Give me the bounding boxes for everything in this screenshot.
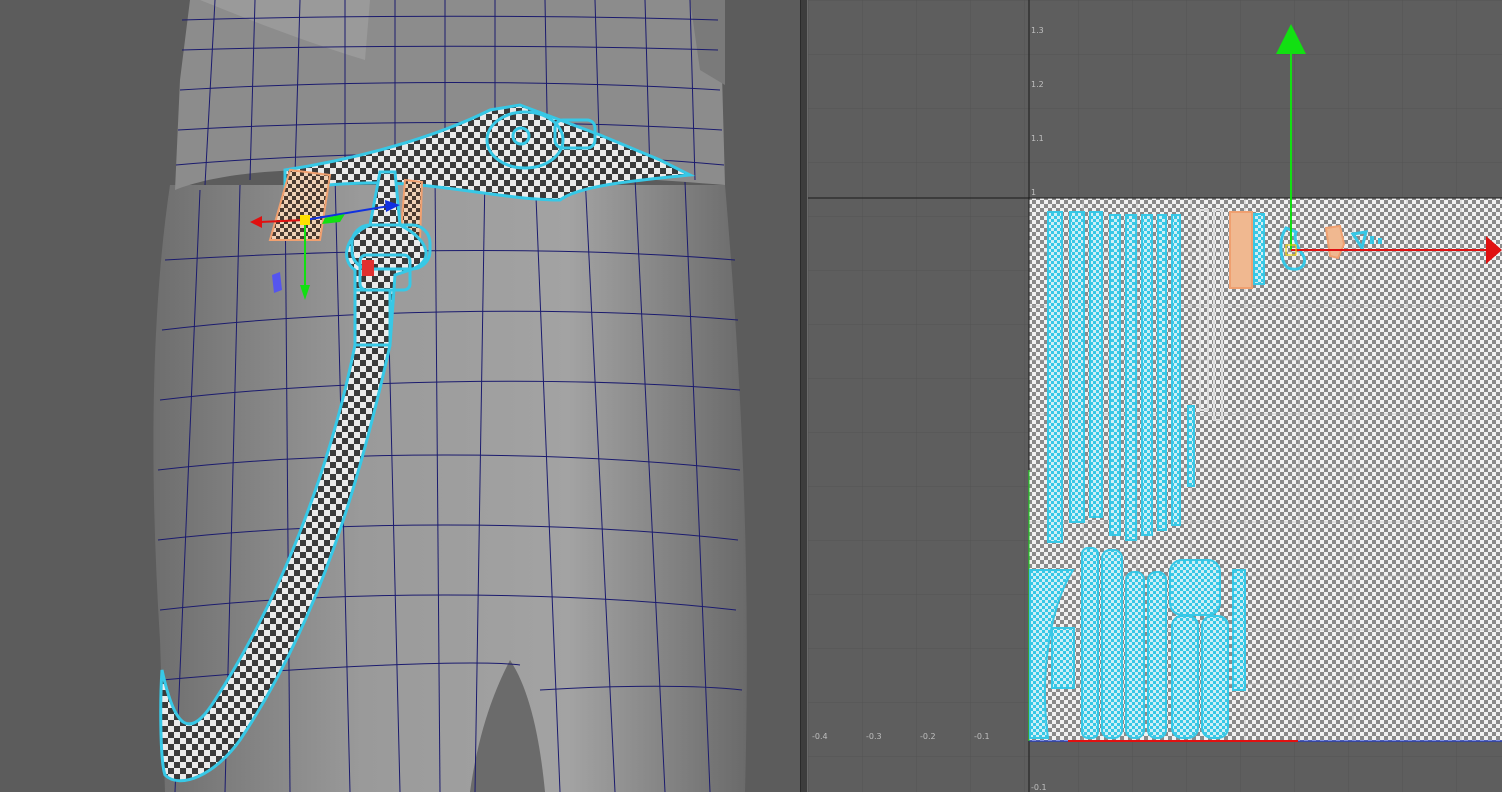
uv-canvas[interactable]: 1.3 1.2 1.1 1 -0.1 -0.4 -0.3 -0.2 -0.1 <box>808 0 1502 792</box>
panel-splitter[interactable] <box>800 0 808 792</box>
v-tick-neg-0-1: -0.1 <box>1031 783 1047 792</box>
strap-keeper[interactable] <box>353 288 392 347</box>
u-tick-neg-0-1: -0.1 <box>974 732 990 741</box>
belt-loop-selected-left[interactable] <box>268 168 332 241</box>
uv-shells-strips[interactable] <box>1047 211 1195 543</box>
maya-workspace: 1.3 1.2 1.1 1 -0.1 -0.4 -0.3 -0.2 -0.1 <box>0 0 1502 792</box>
v-tick-1: 1 <box>1031 188 1036 197</box>
u-tick-neg-0-2: -0.2 <box>920 732 936 741</box>
uv-editor[interactable]: 1.3 1.2 1.1 1 -0.1 -0.4 -0.3 -0.2 -0.1 <box>808 0 1502 792</box>
v-tick-1-3: 1.3 <box>1031 26 1044 35</box>
viewport-3d[interactable] <box>0 0 800 792</box>
v-tick-1-2: 1.2 <box>1031 80 1044 89</box>
u-tick-neg-0-3: -0.3 <box>866 732 882 741</box>
viewport-canvas[interactable] <box>0 0 800 792</box>
u-tick-neg-0-4: -0.4 <box>812 732 828 741</box>
v-tick-1-1: 1.1 <box>1031 134 1044 143</box>
